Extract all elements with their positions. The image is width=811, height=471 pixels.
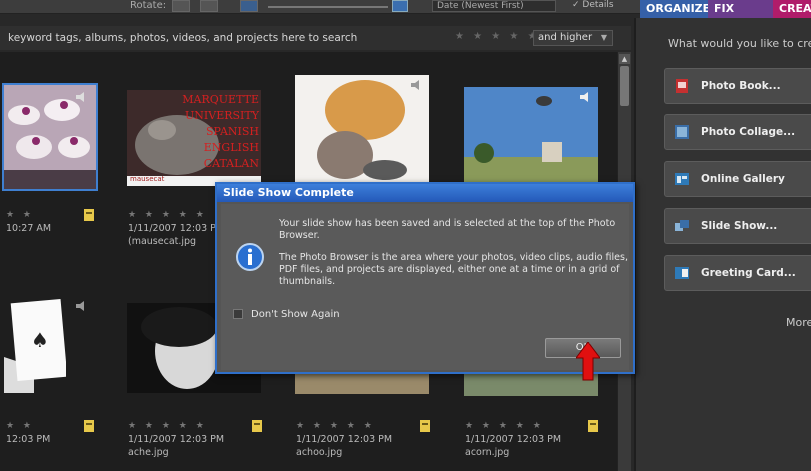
dont-show-again-option[interactable]: Don't Show Again [233,309,340,320]
item-rating[interactable]: ★ ★ [6,209,51,222]
photo-editor-window: Rotate: Date (Newest First) ✓ Details OR… [0,0,811,471]
photo-book-icon [676,79,688,93]
item-filename: (mausecat.jpg [128,236,197,247]
item-meta-2: ★ ★ ★ ★ ★ 1/11/2007 12:03 PM (mausecat.j… [128,209,224,248]
item-rating[interactable]: ★ ★ ★ ★ ★ [128,420,224,433]
tag-badge-icon[interactable] [418,418,432,434]
scroll-thumb[interactable] [620,66,629,106]
thumbnail-jump[interactable] [464,87,598,184]
item-rating[interactable]: ★ ★ ★ ★ ★ [296,420,392,433]
item-date: 1/11/2007 12:03 PM [296,434,393,445]
item-date: 1/11/2007 12:03 PM [128,223,225,234]
rating-filter-select[interactable]: and higher ▼ [533,30,613,46]
thumbnail-caption: mausecat [130,175,165,183]
mode-tabs: ORGANIZE FIX CREATE [640,0,811,18]
item-date: 1/11/2007 12:03 PM [465,434,562,445]
tag-badge-icon[interactable] [82,418,96,434]
search-bar: keyword tags, albums, photos, videos, an… [0,26,631,50]
more-link[interactable]: More [786,316,811,329]
rotate-right-button[interactable] [200,0,218,12]
item-rating[interactable]: ★ ★ [6,420,50,433]
panel-question: What would you like to create? [668,37,811,50]
scroll-up-icon[interactable]: ▲ [619,54,630,64]
greeting-card-label: Greeting Card... [701,267,796,279]
svg-text:♠: ♠ [31,328,49,352]
audio-icon [411,80,419,90]
details-label: Details [582,0,614,10]
photo-book-label: Photo Book... [701,80,781,92]
create-panel: What would you like to create? Photo Boo… [634,18,811,471]
rating-filter-label: and higher [538,32,593,43]
dialog-title: Slide Show Complete [217,184,633,202]
thumbnail-cupcakes[interactable] [2,83,98,191]
item-date: 10:27 AM [6,223,52,234]
tag-badge-icon[interactable] [250,418,264,434]
item-date: 1/11/2007 12:03 PM [128,434,225,445]
item-filename: achoo.jpg [296,447,343,458]
item-filename: acorn.jpg [465,447,510,458]
dont-show-again-label: Don't Show Again [251,309,340,320]
cats-image [295,75,429,185]
rotate-left-button[interactable] [172,0,190,12]
overlay-line: SPANISH [206,125,259,138]
slide-show-complete-dialog: Slide Show Complete Your slide show has … [215,182,635,374]
overlay-line: UNIVERSITY [185,109,259,122]
online-gallery-icon [675,173,689,185]
overlay-line: MARQUETTE [182,93,259,106]
dialog-message-2: The Photo Browser is the area where your… [279,252,628,287]
sort-order-select[interactable]: Date (Newest First) [432,0,556,12]
rating-filter-stars[interactable]: ★ ★ ★ ★ ★ [455,31,540,42]
rotate-label: Rotate: [130,0,167,11]
item-rating[interactable]: ★ ★ ★ ★ ★ [465,420,561,433]
tab-create[interactable]: CREATE [773,0,811,18]
item-meta-6: ★ ★ ★ ★ ★ 1/11/2007 12:03 PM acorn.jpg [465,420,561,459]
item-meta-5: ★ ★ ★ ★ ★ 1/11/2007 12:03 PM achoo.jpg [296,420,392,459]
search-hint[interactable]: keyword tags, albums, photos, videos, an… [8,32,357,44]
chevron-down-icon: ▼ [600,33,607,42]
photo-book-button[interactable]: Photo Book... [664,68,811,104]
online-gallery-button[interactable]: Online Gallery [664,161,811,197]
thumbnail-view-icon[interactable] [240,0,258,12]
zoom-slider[interactable] [268,6,388,8]
dialog-message-1: Your slide show has been saved and is se… [279,218,616,241]
dialog-message: Your slide show has been saved and is se… [279,218,629,298]
online-gallery-label: Online Gallery [701,173,785,185]
dont-show-again-checkbox[interactable] [233,309,243,319]
tag-badge-icon[interactable] [82,207,96,223]
large-thumbnail-icon[interactable] [392,0,408,12]
thumbnail-achoo[interactable] [295,374,429,394]
slide-show-label: Slide Show... [701,220,778,232]
item-meta-1: ★ ★ 10:27 AM [6,209,51,235]
thumbnail-card[interactable]: ♠ [4,297,66,393]
photo-collage-button[interactable]: Photo Collage... [664,114,811,150]
greeting-card-icon [675,267,689,279]
greeting-card-button[interactable]: Greeting Card... [664,255,811,291]
tag-badge-icon[interactable] [586,418,600,434]
tab-organize[interactable]: ORGANIZE [640,0,710,18]
photo-collage-icon [675,125,689,139]
item-date: 12:03 PM [6,434,51,445]
slide-show-button[interactable]: Slide Show... [664,208,811,244]
thumbnail-mausecat[interactable]: MARQUETTE UNIVERSITY SPANISH ENGLISH CAT… [127,90,261,186]
thumbnail-overlay-text: MARQUETTE UNIVERSITY SPANISH ENGLISH CAT… [167,92,259,172]
slide-show-icon [675,220,689,231]
overlay-line: ENGLISH [203,141,259,154]
card-image: ♠ [4,297,66,393]
thumbnail-cats[interactable] [295,75,429,185]
item-filename: ache.jpg [128,447,169,458]
audio-icon [76,92,84,102]
audio-icon [76,301,84,311]
info-icon [236,243,264,271]
item-rating[interactable]: ★ ★ ★ ★ ★ [128,209,224,222]
item-meta-4: ★ ★ ★ ★ ★ 1/11/2007 12:03 PM ache.jpg [128,420,224,459]
overlay-line: CATALAN [203,157,259,170]
photo-collage-label: Photo Collage... [701,126,796,138]
tab-fix[interactable]: FIX [708,0,773,18]
details-checkbox[interactable]: ✓ Details [572,0,614,10]
audio-icon [580,92,588,102]
item-meta-3: ★ ★ 12:03 PM [6,420,50,446]
dialog-body: Your slide show has been saved and is se… [221,204,629,370]
red-arrow-icon [576,342,600,381]
